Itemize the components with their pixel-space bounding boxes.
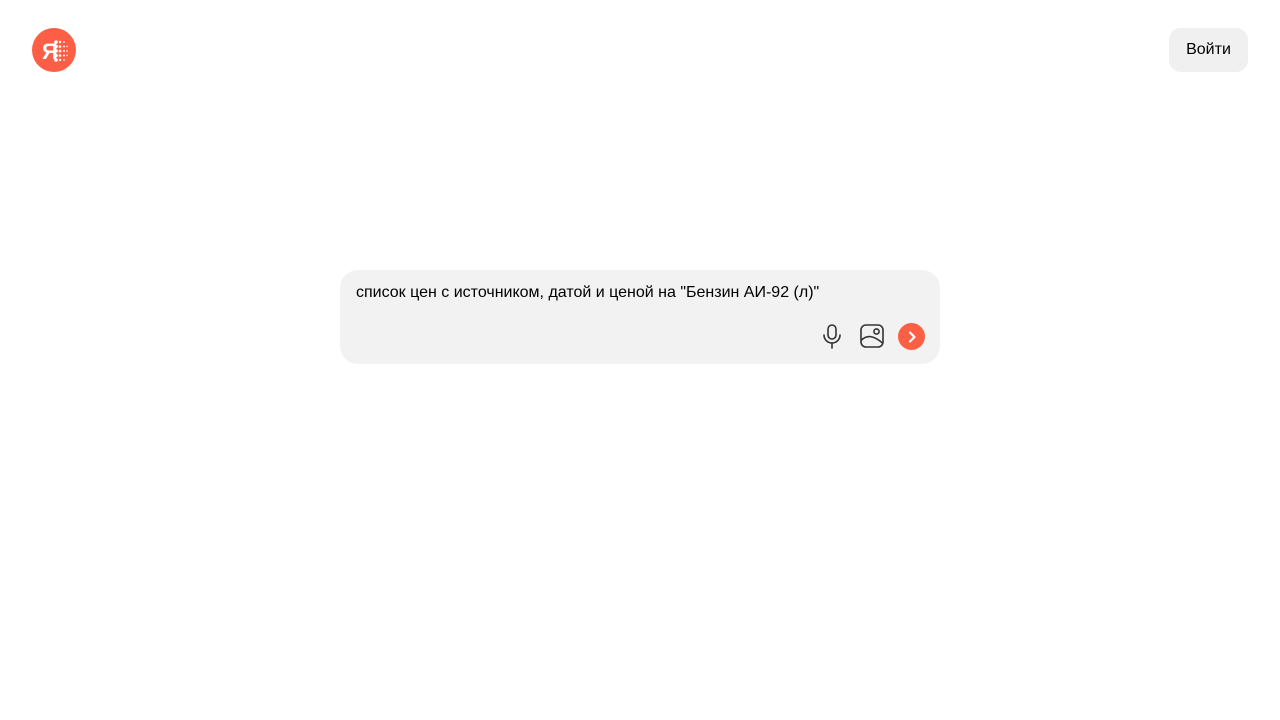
search-input[interactable]: список цен с источником, датой и ценой н… [356, 282, 916, 306]
image-search-icon [860, 324, 884, 348]
search-box: список цен с источником, датой и ценой н… [340, 270, 940, 364]
yandex-logo[interactable]: Я [32, 28, 76, 72]
image-search-button[interactable] [858, 322, 886, 350]
microphone-icon [823, 324, 841, 349]
page: Я Войти список цен с источником, датой и… [0, 0, 1280, 720]
microphone-button[interactable] [818, 322, 846, 350]
send-button[interactable] [898, 323, 925, 350]
logo-icon: Я [42, 39, 68, 64]
login-button[interactable]: Войти [1169, 28, 1248, 72]
send-arrow-icon [908, 330, 916, 343]
